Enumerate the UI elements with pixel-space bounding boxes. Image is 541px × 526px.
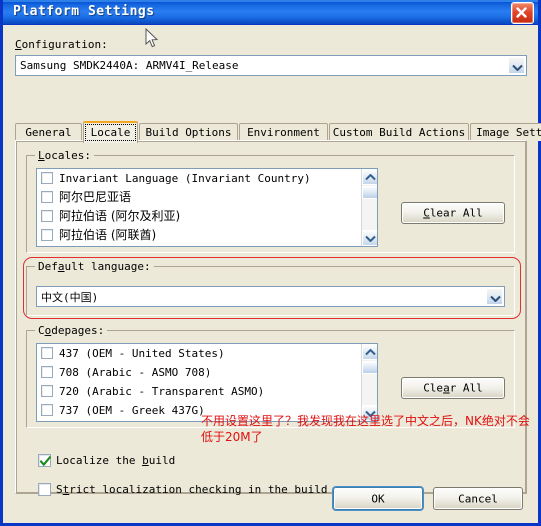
list-item[interactable]: 437 (OEM - United States) [37, 344, 377, 363]
tab-environment[interactable]: Environment [239, 123, 328, 141]
localize-the-build-label: Localize the build [56, 454, 176, 467]
list-item[interactable]: 阿尔巴尼亚语 [37, 188, 377, 207]
ok-button[interactable]: OK [333, 487, 423, 510]
locales-clear-all-button[interactable]: Clear All [401, 202, 505, 224]
chevron-down-icon[interactable] [508, 57, 525, 74]
list-item-label: 720 (Arabic - Transparent ASMO) [59, 385, 265, 398]
locale-tab-page: Locales: Invariant Language (Invariant C… [15, 140, 530, 496]
list-item-label: 阿尔巴尼亚语 [59, 190, 132, 204]
list-item-label: 阿拉伯语 (阿联酋) [59, 228, 157, 242]
default-language-group-label: Default language: [35, 260, 154, 273]
chevron-down-icon[interactable] [486, 288, 503, 305]
locales-listbox[interactable]: Invariant Language (Invariant Country) 阿… [36, 168, 378, 247]
checkbox-icon[interactable] [41, 229, 53, 241]
list-item-label: 708 (Arabic - ASMO 708) [59, 366, 212, 379]
list-item[interactable]: 阿拉伯语 (阿尔及利亚) [37, 207, 377, 226]
tab-image-settings[interactable]: Image Settings [470, 123, 541, 141]
tab-strip: General Locale Build Options Environment… [15, 121, 541, 143]
list-item[interactable]: 720 (Arabic - Transparent ASMO) [37, 382, 377, 401]
scrollbar-thumb[interactable] [362, 361, 377, 374]
list-item[interactable]: Invariant Language (Invariant Country) [37, 169, 377, 188]
list-item-label: 737 (OEM - Greek 437G) [59, 404, 205, 417]
list-item[interactable]: 阿拉伯语 (阿联酋) [37, 226, 377, 245]
locales-scrollbar[interactable] [361, 169, 377, 246]
default-language-combo[interactable]: 中文(中国) [36, 286, 505, 307]
checkbox-icon[interactable] [41, 172, 53, 184]
list-item-label: 阿拉伯语 (阿尔及利亚) [59, 209, 181, 223]
dialog-body: Configuration: Samsung SMDK2440A: ARMV4I… [3, 25, 541, 523]
checkbox-checked-icon[interactable] [38, 454, 51, 467]
checkbox-icon[interactable] [41, 191, 53, 203]
configuration-combo[interactable]: Samsung SMDK2440A: ARMV4I_Release [15, 55, 527, 76]
scroll-up-icon[interactable] [362, 344, 377, 360]
codepages-listbox[interactable]: 437 (OEM - United States) 708 (Arabic - … [36, 343, 378, 422]
configuration-label: Configuration: [15, 38, 108, 51]
list-item-label: Invariant Language (Invariant Country) [59, 172, 311, 185]
checkbox-icon[interactable] [41, 366, 53, 378]
tab-custom-build-actions[interactable]: Custom Build Actions [329, 123, 469, 141]
locales-group-label: Locales: [35, 149, 94, 162]
codepages-scrollbar[interactable] [361, 344, 377, 421]
tab-general[interactable]: General [15, 123, 82, 141]
focus-rectangle [85, 124, 136, 141]
platform-settings-dialog: Platform Settings Configuration: Samsung… [0, 0, 541, 526]
codepages-clear-all-button[interactable]: Clear All [401, 377, 505, 399]
scroll-down-icon[interactable] [362, 230, 377, 246]
checkbox-icon[interactable] [41, 385, 53, 397]
default-language-value: 中文(中国) [41, 291, 99, 304]
screen: Platform Settings Configuration: Samsung… [0, 0, 541, 526]
checkbox-icon[interactable] [41, 210, 53, 222]
window-title: Platform Settings [13, 4, 155, 19]
strict-localization-label: Strict localization checking in the buil… [56, 483, 328, 496]
codepages-clear-all-label: Clear All [423, 381, 483, 395]
list-item-label: 437 (OEM - United States) [59, 347, 225, 360]
codepages-group-label: Codepages: [35, 324, 108, 337]
tab-locale[interactable]: Locale [83, 121, 138, 143]
checkbox-icon[interactable] [38, 483, 51, 496]
list-item[interactable]: 708 (Arabic - ASMO 708) [37, 363, 377, 382]
cancel-button-label: Cancel [458, 492, 498, 505]
title-bar[interactable]: Platform Settings [3, 0, 538, 25]
checkbox-icon[interactable] [41, 404, 53, 416]
scrollbar-thumb[interactable] [362, 186, 377, 199]
tab-build-options[interactable]: Build Options [139, 123, 238, 141]
close-icon[interactable] [511, 2, 534, 24]
annotation-note: 不用设置这里了？我发现我在这里选了中文之后，NK绝对不会低于20M了 [201, 414, 530, 444]
cancel-button[interactable]: Cancel [433, 487, 523, 510]
configuration-value: Samsung SMDK2440A: ARMV4I_Release [20, 59, 239, 72]
scroll-up-icon[interactable] [362, 169, 377, 185]
ok-button-label: OK [371, 492, 385, 505]
locales-clear-all-label: Clear All [423, 206, 483, 220]
scrollbar-track[interactable] [362, 374, 377, 405]
scrollbar-track[interactable] [362, 199, 377, 230]
checkbox-icon[interactable] [41, 347, 53, 359]
